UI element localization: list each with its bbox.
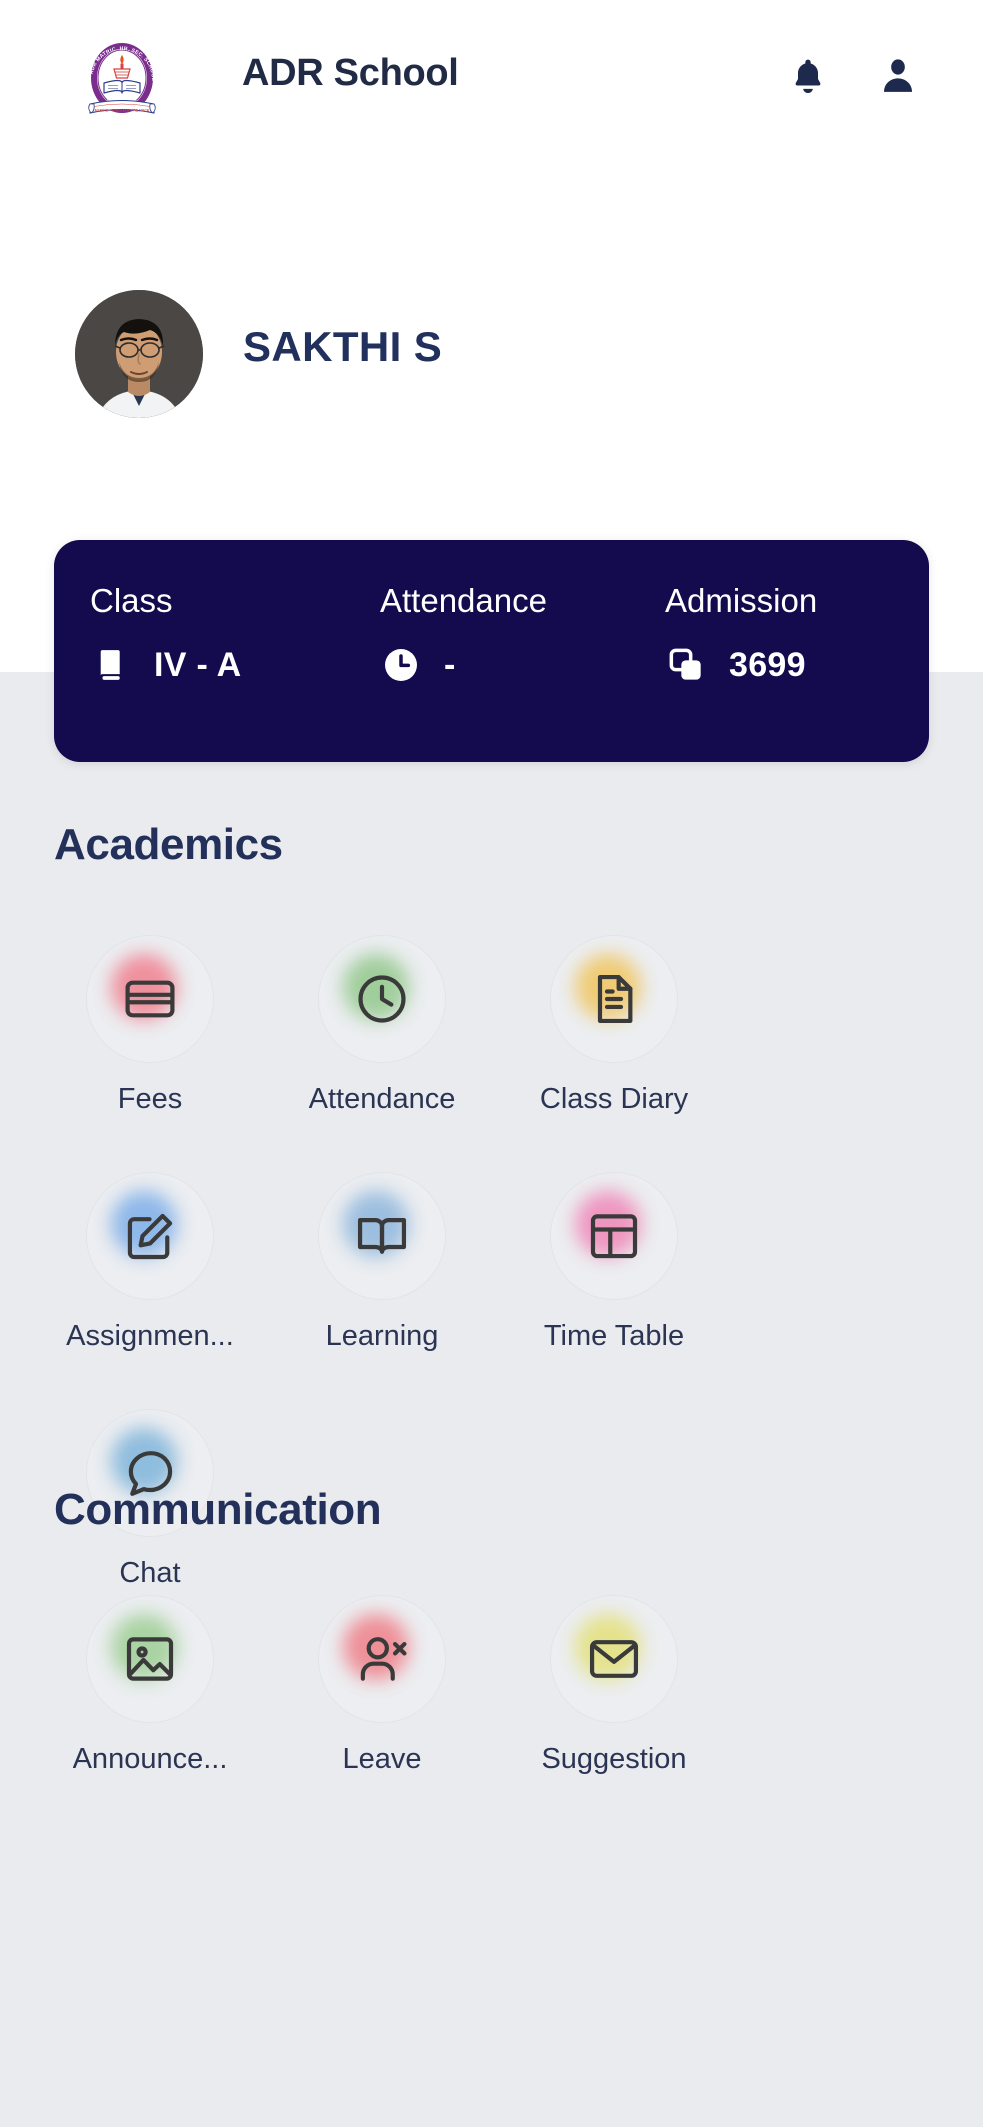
admission-label: Admission [665,582,818,619]
admission-value-row: 3699 [661,644,897,686]
communication-section-title: Communication [54,1485,382,1534]
tile-assignmen[interactable]: Assignmen... [34,1172,266,1353]
tile-icon-circle [550,1595,678,1723]
avatar[interactable] [75,290,203,418]
tile-icon-circle [86,935,214,1063]
bell-icon[interactable] [785,52,831,100]
edit-square-icon [119,1205,181,1267]
tile-label: Learning [325,1320,439,1352]
school-logo: ADR MATRIC. HR. SEC. SCHOOL KAKKURICHI A… [80,38,164,122]
tile-label: Announce... [72,1743,228,1775]
table-grid-icon [583,1205,645,1267]
tile-label: Attendance [308,1083,456,1115]
tile-label: Chat [119,1557,181,1589]
envelope-icon [583,1628,645,1690]
chat-bubble-icon [119,1442,181,1504]
tile-timetable[interactable]: Time Table [498,1172,730,1353]
student-info-card: Class IV - A Attendance - Admission 3699 [54,540,929,762]
tile-suggestion[interactable]: Suggestion [498,1595,730,1776]
person-x-icon [351,1628,413,1690]
communication-grid: Announce... Leave Suggestion [34,1595,949,1832]
tile-label: Suggestion [541,1743,687,1775]
tile-icon-circle [318,1172,446,1300]
class-label: Class [90,582,173,619]
app-title: ADR School [242,52,459,94]
tile-icon-circle [318,1595,446,1723]
attendance-value-row: - [376,644,661,686]
admission-value: 3699 [729,645,806,684]
copy-icon [665,644,707,686]
clock-icon [380,644,422,686]
tile-attendance[interactable]: Attendance [266,935,498,1116]
info-card-labels: Class IV - A Attendance - Admission 3699 [54,582,929,686]
student-profile: SAKTHI S [0,290,983,420]
tile-label: Assignmen... [66,1320,234,1352]
tile-icon-circle [550,1172,678,1300]
class-value: IV - A [154,645,242,684]
svg-text:ASPIRE • EDUCATE • REJOICE: ASPIRE • EDUCATE • REJOICE [95,108,151,112]
tile-icon-circle [318,935,446,1063]
tile-icon-circle [550,935,678,1063]
tile-label: Fees [117,1083,183,1115]
info-col-class: Class IV - A [86,582,376,686]
tile-label: Time Table [543,1320,685,1352]
tile-announce[interactable]: Announce... [34,1595,266,1776]
academics-grid: Fees Attendance Class Diary Assignmen... Lea… [34,935,949,1646]
info-col-admission: Admission 3699 [661,582,897,686]
app-header: ADR MATRIC. HR. SEC. SCHOOL KAKKURICHI A… [0,0,983,180]
book-icon [90,644,132,686]
tile-leave[interactable]: Leave [266,1595,498,1776]
open-book-icon [351,1205,413,1267]
tile-icon-circle [86,1172,214,1300]
person-icon[interactable] [875,52,921,100]
clock-icon [351,968,413,1030]
document-icon [583,968,645,1030]
tile-classdiary[interactable]: Class Diary [498,935,730,1116]
tile-icon-circle [86,1595,214,1723]
header-actions [785,52,921,100]
student-photo-icon [75,290,203,418]
class-value-row: IV - A [86,644,376,686]
student-name: SAKTHI S [243,323,443,370]
attendance-label: Attendance [380,582,547,619]
credit-card-icon [119,968,181,1030]
attendance-value: - [444,645,456,684]
adr-school-logo-icon: ADR MATRIC. HR. SEC. SCHOOL KAKKURICHI A… [88,43,156,114]
tile-label: Leave [342,1743,422,1775]
academics-section-title: Academics [54,820,283,869]
tile-learning[interactable]: Learning [266,1172,498,1353]
tile-label: Class Diary [539,1083,689,1115]
image-icon [119,1628,181,1690]
info-col-attendance: Attendance - [376,582,661,686]
tile-fees[interactable]: Fees [34,935,266,1116]
